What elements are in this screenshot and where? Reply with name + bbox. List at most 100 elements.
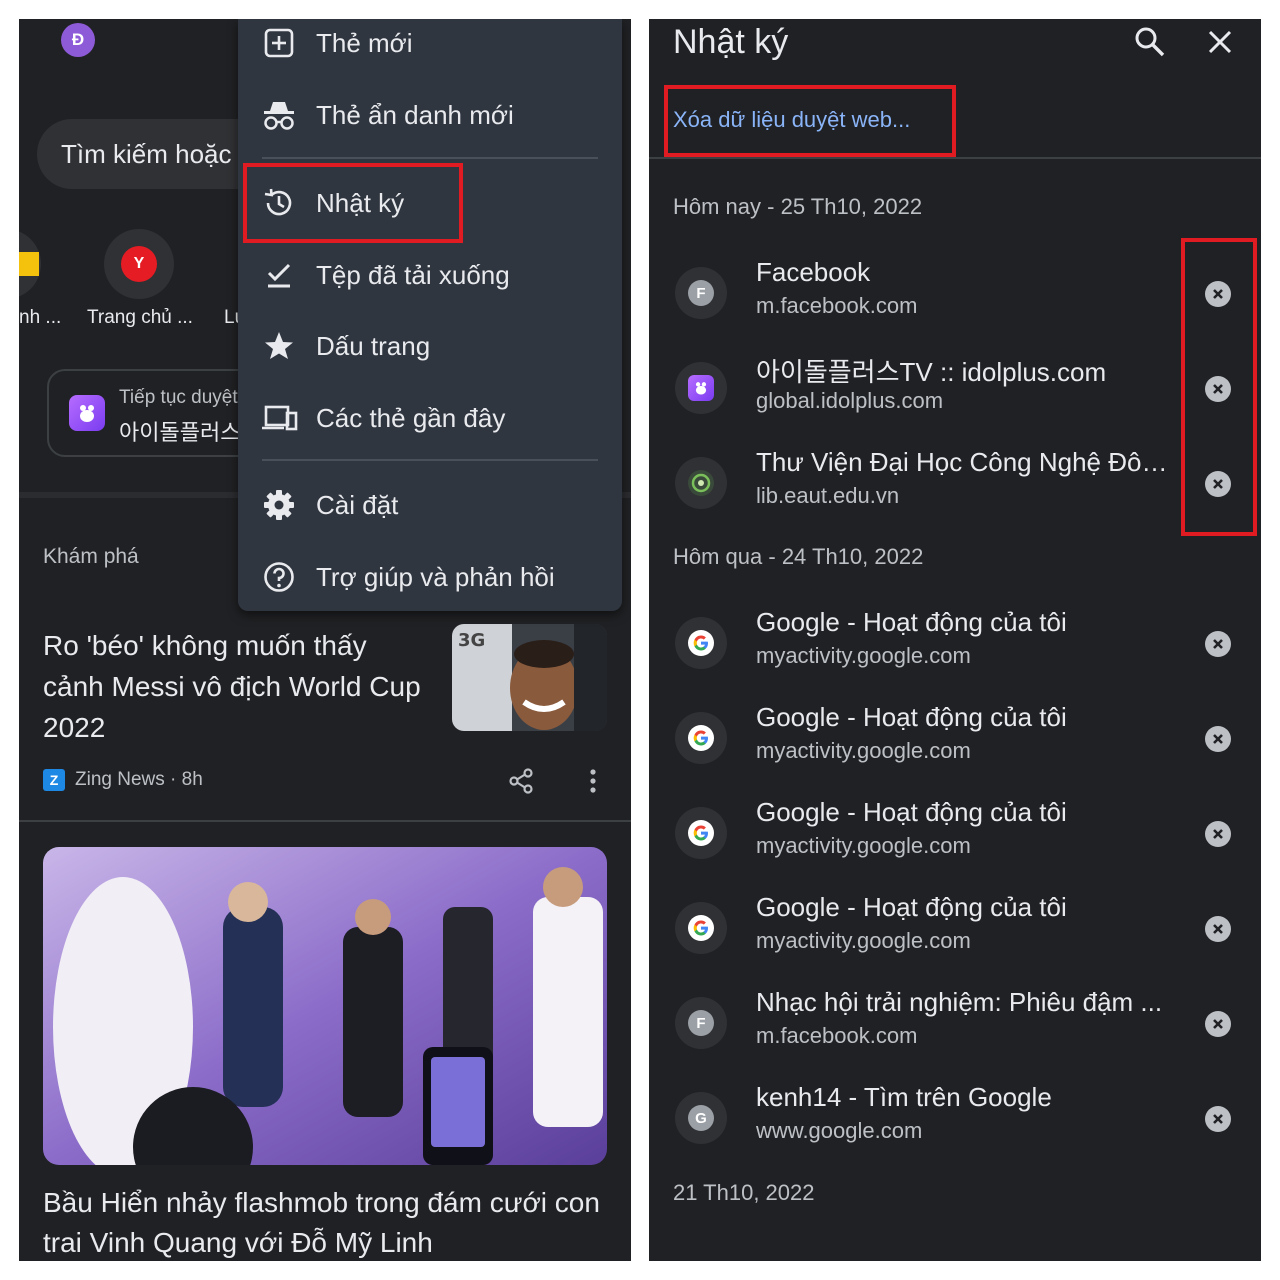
menu-item-bookmarks[interactable]: Dấu trang: [238, 316, 622, 376]
remove-entry-button[interactable]: [1205, 1011, 1231, 1037]
continue-title: Tiếp tục duyệt: [119, 387, 238, 408]
history-page: Nhật ký Xóa dữ liệu duyệt web... Hôm nay…: [649, 19, 1261, 1261]
close-icon: [1213, 1114, 1223, 1124]
article-source: Z Zing News · 8h: [43, 769, 203, 791]
entry-title: kenh14 - Tìm trên Google: [756, 1082, 1052, 1112]
recent-tabs-icon: [260, 399, 298, 437]
entry-title: Thư Viện Đại Học Công Nghệ Đông Á: [756, 447, 1176, 477]
remove-entry-button[interactable]: [1205, 821, 1231, 847]
search-placeholder: Tìm kiếm hoặc: [61, 139, 232, 169]
youtube-y-icon: Y: [121, 246, 157, 282]
entry-title: Google - Hoạt động của tôi: [756, 892, 1067, 922]
menu-divider: [262, 157, 598, 159]
discover-heading: Khám phá: [43, 545, 139, 568]
close-icon: [1213, 1019, 1223, 1029]
header-divider: [649, 157, 1261, 159]
favicon: [675, 712, 727, 764]
entry-url: myactivity.google.com: [756, 738, 971, 763]
menu-item-settings[interactable]: Cài đặt: [238, 475, 622, 535]
history-entry[interactable]: Google - Hoạt động của tôi myactivity.go…: [649, 603, 1261, 698]
menu-item-history[interactable]: Nhật ký: [238, 173, 622, 233]
close-icon: [1213, 829, 1223, 839]
continue-subtitle: 아이돌플러스: [119, 420, 241, 445]
close-icon: [1213, 639, 1223, 649]
menu-item-recent-tabs[interactable]: Các thẻ gần đây: [238, 388, 622, 448]
article-title-2[interactable]: Bầu Hiển nhảy flashmob trong đám cưới co…: [43, 1183, 607, 1261]
history-entry[interactable]: Google - Hoạt động của tôi myactivity.go…: [649, 793, 1261, 888]
menu-item-incognito[interactable]: Thẻ ẩn danh mới: [238, 85, 622, 145]
close-icon[interactable]: [1203, 25, 1237, 59]
menu-label: Trợ giúp và phản hồi: [316, 561, 555, 592]
search-icon[interactable]: [1133, 25, 1167, 59]
remove-entry-button[interactable]: [1205, 916, 1231, 942]
history-entry[interactable]: 아이돌플러스TV :: idolplus.com global.idolplus…: [649, 348, 1261, 443]
entry-url: myactivity.google.com: [756, 643, 971, 668]
entry-url: m.facebook.com: [756, 293, 918, 318]
favicon: [675, 807, 727, 859]
overflow-menu: Thẻ mới Thẻ ẩn danh mới Nhật ký Tệp đã t…: [238, 19, 622, 611]
remove-entry-button[interactable]: [1205, 1106, 1231, 1132]
idolplus-icon: [688, 375, 714, 401]
article-title[interactable]: Ro 'béo' không muốn thấy cảnh Messi vô đ…: [43, 625, 423, 748]
shortcut-tile-1[interactable]: [19, 229, 41, 299]
date-header: Hôm qua - 24 Th10, 2022: [673, 544, 924, 569]
menu-label: Tệp đã tải xuống: [316, 259, 510, 290]
menu-item-help[interactable]: Trợ giúp và phản hồi: [238, 547, 622, 607]
entry-url: myactivity.google.com: [756, 833, 971, 858]
menu-label: Các thẻ gần đây: [316, 402, 506, 433]
menu-item-new-tab[interactable]: Thẻ mới: [238, 19, 622, 73]
article-divider: [19, 820, 631, 822]
idolplus-icon: [69, 395, 105, 431]
close-icon: [1213, 384, 1223, 394]
favicon: [675, 617, 727, 669]
clear-browsing-data-link[interactable]: Xóa dữ liệu duyệt web...: [673, 107, 910, 133]
shortcut-label-1: nh ...: [19, 307, 62, 328]
history-entry[interactable]: Google - Hoạt động của tôi myactivity.go…: [649, 888, 1261, 983]
favicon: [675, 362, 727, 414]
menu-label: Nhật ký: [316, 187, 405, 218]
entry-url: www.google.com: [756, 1118, 923, 1143]
incognito-icon: [260, 96, 298, 134]
remove-entry-button[interactable]: [1205, 471, 1231, 497]
remove-entry-button[interactable]: [1205, 376, 1231, 402]
google-g-icon: [688, 820, 714, 846]
remove-entry-button[interactable]: [1205, 281, 1231, 307]
downloads-icon: [260, 256, 298, 294]
star-icon: [260, 327, 298, 365]
shortcut-label-2: Trang chủ ...: [87, 307, 193, 328]
entry-url: m.facebook.com: [756, 1023, 918, 1048]
svg-text:3G: 3G: [458, 630, 485, 651]
favicon: [675, 902, 727, 954]
remove-entry-button[interactable]: [1205, 726, 1231, 752]
account-avatar[interactable]: Đ: [61, 23, 95, 57]
chrome-new-tab-page: Đ Tìm kiếm hoặc nh ... Y Trang chủ ... L…: [19, 19, 631, 1261]
article-thumbnail[interactable]: 3G: [452, 624, 607, 731]
settings-icon: [260, 486, 298, 524]
menu-label: Dấu trang: [316, 330, 431, 361]
shortcut-tile-youtube[interactable]: Y: [104, 229, 174, 299]
close-icon: [1213, 924, 1223, 934]
google-g-icon: [688, 915, 714, 941]
more-vert-icon[interactable]: [581, 767, 605, 795]
facebook-f-icon: F: [688, 1010, 714, 1036]
remove-entry-button[interactable]: [1205, 631, 1231, 657]
history-entry[interactable]: F Facebook m.facebook.com: [649, 253, 1261, 348]
history-entry[interactable]: G kenh14 - Tìm trên Google www.google.co…: [649, 1078, 1261, 1173]
google-g-icon: [688, 725, 714, 751]
entry-title: Google - Hoạt động của tôi: [756, 797, 1067, 827]
favicon: [675, 457, 727, 509]
favicon: G: [675, 1092, 727, 1144]
close-icon: [1213, 479, 1223, 489]
entry-url: global.idolplus.com: [756, 388, 944, 413]
history-entry[interactable]: F Nhạc hội trải nghiệm: Phiêu đậm ... m.…: [649, 983, 1261, 1078]
history-entry[interactable]: Google - Hoạt động của tôi myactivity.go…: [649, 698, 1261, 793]
facebook-f-icon: F: [688, 280, 714, 306]
page-title: Nhật ký: [673, 23, 789, 61]
history-entry[interactable]: Thư Viện Đại Học Công Nghệ Đông Á lib.ea…: [649, 443, 1261, 538]
share-icon[interactable]: [507, 767, 535, 795]
google-g-gray-icon: G: [688, 1105, 714, 1131]
menu-label: Cài đặt: [316, 489, 399, 520]
menu-divider: [262, 459, 598, 461]
menu-item-downloads[interactable]: Tệp đã tải xuống: [238, 245, 622, 305]
article-image[interactable]: [43, 847, 607, 1165]
